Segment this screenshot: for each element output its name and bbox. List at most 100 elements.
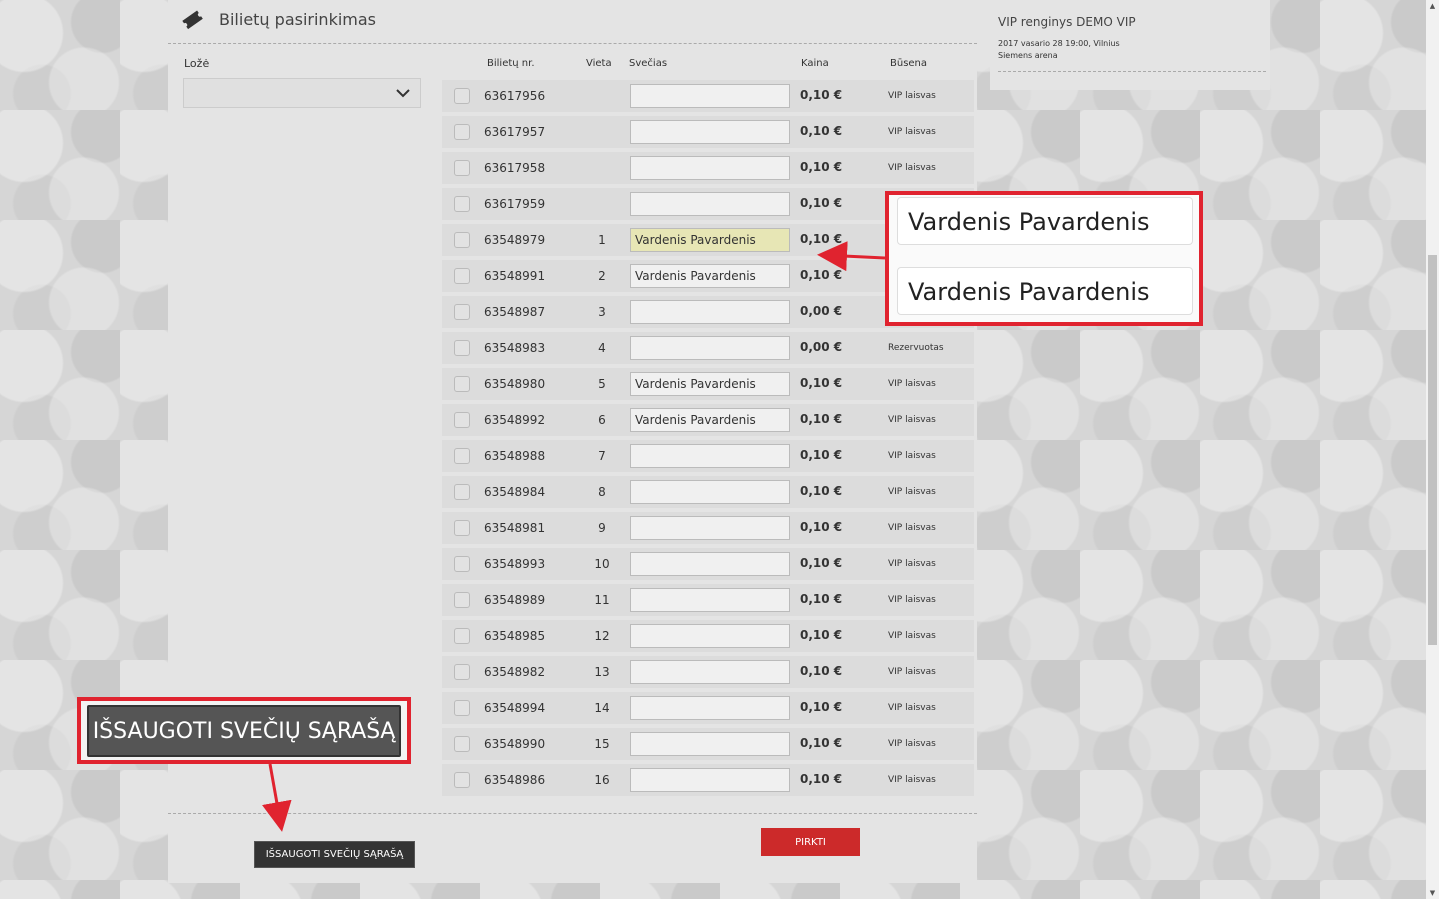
seat-number: 11	[594, 593, 610, 607]
table-row: 63548984 8 0,10 € VIP laisvas	[442, 476, 974, 508]
row-checkbox[interactable]	[454, 736, 470, 752]
ticket-price: 0,10 €	[800, 268, 843, 282]
loze-select[interactable]	[183, 78, 421, 108]
save-guest-list-button[interactable]: IŠSAUGOTI SVEČIŲ SĄRAŠĄ	[254, 841, 415, 868]
guest-name-input[interactable]	[630, 552, 790, 576]
ticket-price: 0,10 €	[800, 628, 843, 642]
table-row: 63548994 14 0,10 € VIP laisvas	[442, 692, 974, 724]
row-checkbox[interactable]	[454, 412, 470, 428]
ticket-number: 63617956	[484, 89, 546, 103]
guest-name-input[interactable]	[630, 192, 790, 216]
row-checkbox[interactable]	[454, 160, 470, 176]
row-checkbox[interactable]	[454, 196, 470, 212]
scroll-up-arrow-icon[interactable]: ▲	[1426, 0, 1439, 12]
seat-number: 8	[598, 485, 606, 499]
ticket-number: 63548991	[484, 269, 546, 283]
guest-name-input[interactable]	[630, 696, 790, 720]
ticket-number: 63548986	[484, 773, 546, 787]
seat-number: 1	[598, 233, 606, 247]
seat-number: 12	[594, 629, 610, 643]
ticket-status: VIP laisvas	[888, 415, 936, 425]
guest-name-input[interactable]	[630, 300, 790, 324]
table-row: 63548980 5 0,10 € VIP laisvas	[442, 368, 974, 400]
column-ticket-no: Bilietų nr.	[487, 58, 535, 69]
guest-name-input[interactable]	[630, 120, 790, 144]
row-checkbox[interactable]	[454, 772, 470, 788]
guest-name-input[interactable]	[630, 372, 790, 396]
ticket-price: 0,10 €	[800, 232, 843, 246]
row-checkbox[interactable]	[454, 592, 470, 608]
ticket-status: VIP laisvas	[888, 451, 936, 461]
guest-name-input[interactable]	[630, 732, 790, 756]
guest-name-input[interactable]	[630, 156, 790, 180]
guest-name-input[interactable]	[630, 588, 790, 612]
guest-name-input[interactable]	[630, 480, 790, 504]
row-checkbox[interactable]	[454, 268, 470, 284]
table-row: 63548985 12 0,10 € VIP laisvas	[442, 620, 974, 652]
event-title: VIP renginys DEMO VIP	[998, 15, 1136, 29]
seat-number: 10	[594, 557, 610, 571]
guest-name-input[interactable]	[630, 264, 790, 288]
seat-number: 7	[598, 449, 606, 463]
seat-number: 4	[598, 341, 606, 355]
guest-name-input[interactable]	[630, 336, 790, 360]
guest-name-input[interactable]	[630, 84, 790, 108]
guest-name-input[interactable]	[630, 768, 790, 792]
scrollbar[interactable]: ▲ ▼	[1426, 0, 1439, 899]
panel-header: Bilietų pasirinkimas	[168, 0, 977, 44]
row-checkbox[interactable]	[454, 376, 470, 392]
seat-number: 13	[594, 665, 610, 679]
row-checkbox[interactable]	[454, 628, 470, 644]
ticket-status: VIP laisvas	[888, 703, 936, 713]
table-row: 63617958 0,10 € VIP laisvas	[442, 152, 974, 184]
guest-name-input[interactable]	[630, 660, 790, 684]
row-checkbox[interactable]	[454, 664, 470, 680]
save-button-callout: IŠSAUGOTI SVEČIŲ SĄRAŠĄ	[77, 697, 411, 764]
row-checkbox[interactable]	[454, 304, 470, 320]
row-checkbox[interactable]	[454, 484, 470, 500]
ticket-status: VIP laisvas	[888, 523, 936, 533]
ticket-number: 63548987	[484, 305, 546, 319]
seat-number: 3	[598, 305, 606, 319]
row-checkbox[interactable]	[454, 556, 470, 572]
ticket-number: 63548992	[484, 413, 546, 427]
footer-divider	[168, 813, 977, 814]
ticket-status: Rezervuotas	[888, 343, 944, 353]
ticket-price: 0,10 €	[800, 196, 843, 210]
ticket-number: 63548989	[484, 593, 546, 607]
seat-number: 14	[594, 701, 610, 715]
ticket-number: 63548984	[484, 485, 546, 499]
ticket-price: 0,10 €	[800, 484, 843, 498]
table-row: 63548981 9 0,10 € VIP laisvas	[442, 512, 974, 544]
table-row: 63548992 6 0,10 € VIP laisvas	[442, 404, 974, 436]
ticket-status: VIP laisvas	[888, 163, 936, 173]
row-checkbox[interactable]	[454, 232, 470, 248]
ticket-price: 0,00 €	[800, 304, 843, 318]
guest-name-input[interactable]	[630, 444, 790, 468]
guest-name-input[interactable]	[630, 624, 790, 648]
row-checkbox[interactable]	[454, 88, 470, 104]
row-checkbox[interactable]	[454, 448, 470, 464]
scroll-down-arrow-icon[interactable]: ▼	[1426, 887, 1439, 899]
ticket-price: 0,00 €	[800, 340, 843, 354]
ticket-price: 0,10 €	[800, 736, 843, 750]
row-checkbox[interactable]	[454, 340, 470, 356]
guest-name-input[interactable]	[630, 228, 790, 252]
row-checkbox[interactable]	[454, 700, 470, 716]
row-checkbox[interactable]	[454, 124, 470, 140]
ticket-icon	[182, 10, 203, 30]
seat-number: 15	[594, 737, 610, 751]
ticket-status: VIP laisvas	[888, 667, 936, 677]
guest-name-input[interactable]	[630, 516, 790, 540]
guest-name-input[interactable]	[630, 408, 790, 432]
ticket-number: 63548994	[484, 701, 546, 715]
event-divider	[998, 71, 1266, 72]
row-checkbox[interactable]	[454, 520, 470, 536]
ticket-status: VIP laisvas	[888, 127, 936, 137]
seat-number: 6	[598, 413, 606, 427]
guest-names-callout: Vardenis Pavardenis Vardenis Pavardenis	[885, 191, 1203, 326]
scroll-thumb[interactable]	[1428, 255, 1437, 645]
buy-button[interactable]: PIRKTI	[761, 828, 860, 856]
ticket-number: 63548979	[484, 233, 546, 247]
ticket-number: 63548982	[484, 665, 546, 679]
